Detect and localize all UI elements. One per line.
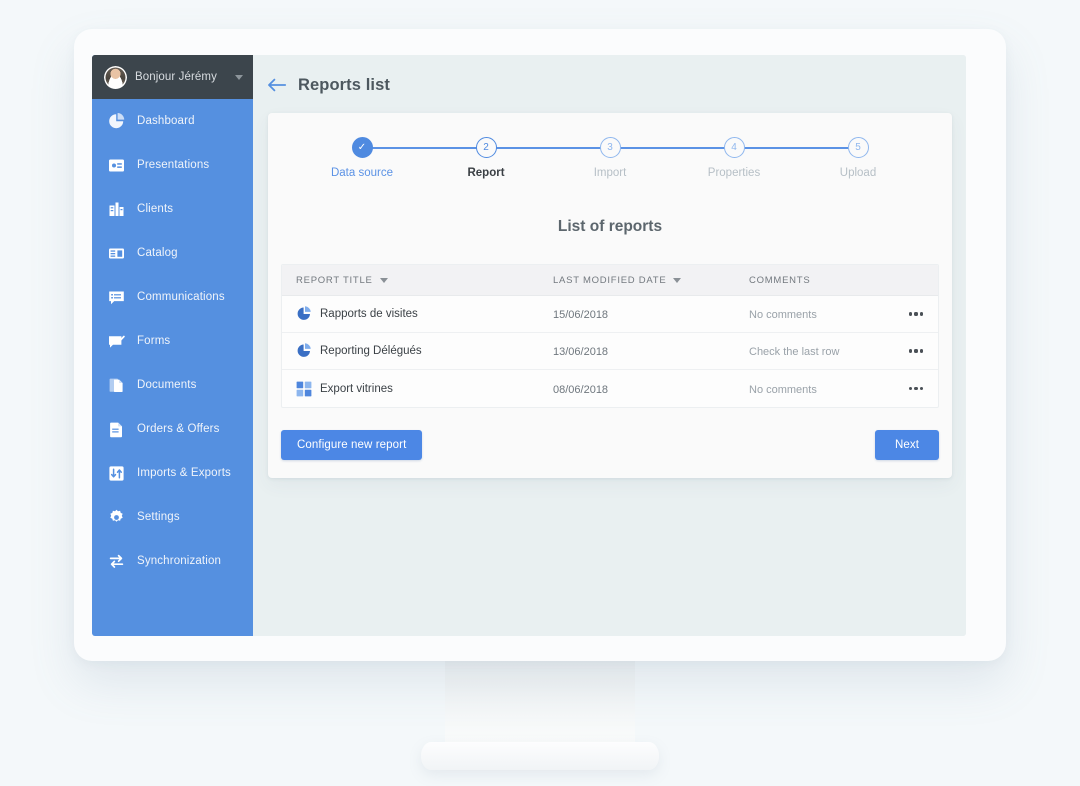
- sidebar-item-label: Forms: [137, 335, 171, 347]
- sidebar-item-label: Synchronization: [137, 555, 222, 567]
- last-modified-date-cell: 08/06/2018: [553, 383, 609, 396]
- monitor-body: Bonjour Jérémy Dashboard Presentations C…: [74, 29, 1006, 661]
- configure-new-report-button[interactable]: Configure new report: [281, 430, 423, 460]
- back-button[interactable]: [268, 78, 287, 92]
- reports-table: Report title Last modified date: [281, 264, 939, 408]
- stepper-circle-number[interactable]: 2: [475, 137, 497, 158]
- user-account-menu[interactable]: Bonjour Jérémy: [92, 55, 253, 99]
- sidebar-item-clients[interactable]: Clients: [92, 187, 253, 231]
- form-check-icon: [108, 333, 125, 350]
- stepper-step-data-source[interactable]: ✓ Data source: [300, 137, 486, 179]
- sidebar-item-documents[interactable]: Documents: [92, 363, 253, 407]
- column-header-label: Report title: [296, 274, 373, 286]
- sidebar-item-orders-offers[interactable]: Orders & Offers: [92, 407, 253, 451]
- sidebar-item-label: Catalog: [137, 247, 178, 259]
- last-modified-date-cell: 15/06/2018: [553, 309, 609, 321]
- stepper-step-properties[interactable]: 4 Properties: [672, 137, 858, 179]
- sort-descending-icon[interactable]: [379, 277, 388, 283]
- sidebar: Bonjour Jérémy Dashboard Presentations C…: [92, 55, 253, 636]
- column-header-comments: Comments: [749, 275, 894, 286]
- sidebar-item-settings[interactable]: Settings: [92, 495, 253, 539]
- pie-chart-icon: [297, 306, 311, 320]
- app-screen: Bonjour Jérémy Dashboard Presentations C…: [92, 55, 966, 636]
- import-export-arrows-icon: [108, 465, 125, 482]
- catalog-book-icon: [108, 245, 125, 262]
- stepper-label: Upload: [839, 167, 877, 179]
- sidebar-item-label: Presentations: [137, 159, 210, 171]
- table-row[interactable]: Export vitrines 08/06/2018 No comments: [282, 370, 938, 407]
- stepper-label: Data source: [330, 167, 393, 179]
- stepper-step-upload[interactable]: 5 Upload: [796, 137, 920, 179]
- pie-chart-icon: [108, 112, 125, 130]
- stepper-circle-number[interactable]: 4: [723, 137, 745, 158]
- stepper-label: Import: [593, 167, 627, 179]
- card-footer: Configure new report Next: [281, 430, 939, 460]
- report-title-cell: Reporting Délégués: [320, 345, 422, 357]
- monitor-stand-base: [421, 742, 659, 770]
- report-title-cell: Rapports de visites: [320, 308, 418, 320]
- chevron-down-icon[interactable]: [235, 74, 243, 80]
- stepper-circle-check-icon[interactable]: ✓: [351, 137, 373, 158]
- column-header-last-modified-date[interactable]: Last modified date: [553, 275, 749, 286]
- page-header: Reports list: [253, 55, 966, 115]
- table-row[interactable]: Reporting Délégués 13/06/2018 Check the …: [282, 333, 938, 370]
- gear-icon: [108, 509, 125, 526]
- sidebar-item-label: Imports & Exports: [137, 467, 231, 479]
- next-button[interactable]: Next: [874, 430, 939, 460]
- sidebar-item-imports-exports[interactable]: Imports & Exports: [92, 451, 253, 495]
- wizard-stepper: ✓ Data source 2 Report 3 Import 4 Proper…: [268, 113, 952, 179]
- stepper-circle-number[interactable]: 5: [847, 137, 869, 158]
- main-content: Reports list ✓ Data source 2 Report 3 Im…: [253, 55, 966, 636]
- sidebar-item-communications[interactable]: Communications: [92, 275, 253, 319]
- ellipsis-horizontal-icon[interactable]: [908, 349, 924, 353]
- pie-chart-icon: [297, 343, 311, 357]
- documents-icon: [108, 377, 125, 394]
- sync-arrows-icon: [108, 553, 125, 570]
- last-modified-date-cell: 13/06/2018: [553, 346, 609, 358]
- comments-cell: No comments: [749, 383, 817, 396]
- ellipsis-horizontal-icon[interactable]: [908, 312, 924, 316]
- comments-cell: Check the last row: [749, 346, 840, 358]
- sidebar-item-label: Settings: [137, 511, 180, 523]
- column-header-label: Last modified date: [553, 274, 667, 286]
- sidebar-item-catalog[interactable]: Catalog: [92, 231, 253, 275]
- user-photo-avatar: [104, 65, 127, 89]
- presentation-icon: [108, 157, 125, 174]
- sidebar-item-label: Clients: [137, 203, 174, 215]
- table-header-row: Report title Last modified date: [282, 265, 938, 296]
- table-row[interactable]: Rapports de visites 15/06/2018 No commen…: [282, 296, 938, 333]
- sidebar-item-presentations[interactable]: Presentations: [92, 143, 253, 187]
- report-wizard-card: ✓ Data source 2 Report 3 Import 4 Proper…: [268, 113, 952, 478]
- page-title: Reports list: [298, 75, 390, 94]
- ellipsis-horizontal-icon[interactable]: [908, 386, 924, 391]
- column-header-report-title[interactable]: Report title: [296, 275, 388, 286]
- building-icon: [108, 201, 125, 218]
- user-greeting-label: Bonjour Jérémy: [135, 71, 217, 83]
- stepper-label: Properties: [707, 167, 761, 179]
- column-header-label: Comments: [749, 274, 811, 286]
- stepper-label: Report: [467, 167, 505, 179]
- sort-descending-icon[interactable]: [673, 277, 682, 283]
- sidebar-item-label: Documents: [137, 379, 197, 391]
- desktop-monitor-scene: Bonjour Jérémy Dashboard Presentations C…: [0, 0, 1080, 786]
- comments-cell: No comments: [749, 309, 817, 321]
- list-heading: List of reports: [557, 218, 663, 235]
- stepper-step-report[interactable]: 2 Report: [424, 137, 610, 179]
- report-title-cell: Export vitrines: [320, 382, 393, 395]
- sidebar-item-forms[interactable]: Forms: [92, 319, 253, 363]
- sidebar-item-synchronization[interactable]: Synchronization: [92, 539, 253, 583]
- order-document-icon: [108, 421, 125, 438]
- stepper-circle-number[interactable]: 3: [599, 137, 621, 158]
- sidebar-item-label: Orders & Offers: [137, 423, 220, 435]
- stepper-step-import[interactable]: 3 Import: [548, 137, 734, 179]
- chat-list-icon: [108, 289, 125, 306]
- sidebar-item-dashboard[interactable]: Dashboard: [92, 99, 253, 143]
- sidebar-item-label: Communications: [137, 291, 225, 303]
- grid-table-icon: [296, 381, 312, 396]
- sidebar-item-label: Dashboard: [137, 115, 195, 127]
